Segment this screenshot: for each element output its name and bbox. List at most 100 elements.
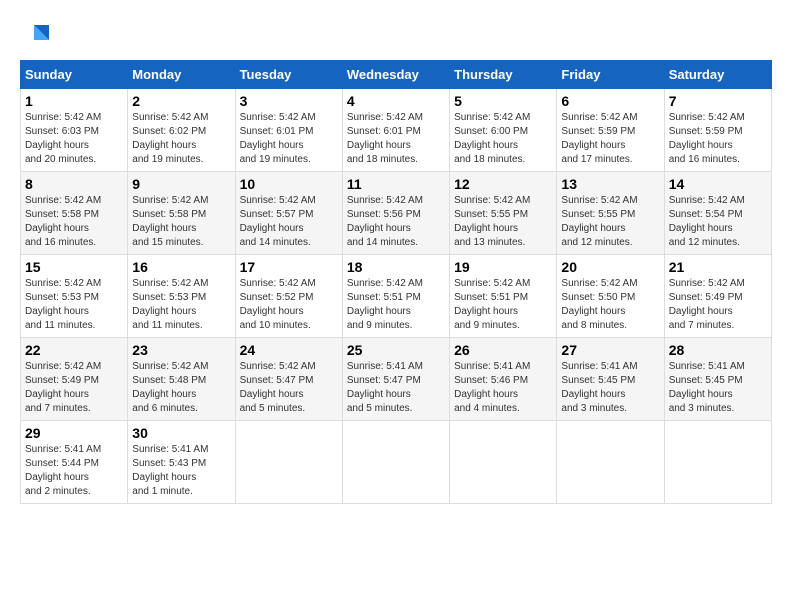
day-info: Sunrise: 5:42 AM Sunset: 6:01 PM Dayligh… <box>240 111 338 167</box>
calendar-week-row: 8 Sunrise: 5:42 AM Sunset: 5:58 PM Dayli… <box>21 172 772 255</box>
day-number: 28 <box>669 342 767 358</box>
day-number: 19 <box>454 259 552 275</box>
day-info: Sunrise: 5:42 AM Sunset: 5:52 PM Dayligh… <box>240 277 338 333</box>
calendar-cell <box>235 421 342 504</box>
calendar-cell: 19 Sunrise: 5:42 AM Sunset: 5:51 PM Dayl… <box>450 255 557 338</box>
day-number: 18 <box>347 259 445 275</box>
col-wednesday: Wednesday <box>342 61 449 89</box>
calendar-cell: 29 Sunrise: 5:41 AM Sunset: 5:44 PM Dayl… <box>21 421 128 504</box>
day-number: 22 <box>25 342 123 358</box>
day-info: Sunrise: 5:42 AM Sunset: 5:59 PM Dayligh… <box>669 111 767 167</box>
day-info: Sunrise: 5:42 AM Sunset: 5:58 PM Dayligh… <box>132 194 230 250</box>
calendar-cell: 10 Sunrise: 5:42 AM Sunset: 5:57 PM Dayl… <box>235 172 342 255</box>
day-number: 7 <box>669 93 767 109</box>
day-number: 26 <box>454 342 552 358</box>
calendar-cell: 22 Sunrise: 5:42 AM Sunset: 5:49 PM Dayl… <box>21 338 128 421</box>
day-number: 27 <box>561 342 659 358</box>
day-info: Sunrise: 5:41 AM Sunset: 5:43 PM Dayligh… <box>132 443 230 499</box>
day-info: Sunrise: 5:42 AM Sunset: 5:49 PM Dayligh… <box>669 277 767 333</box>
day-info: Sunrise: 5:41 AM Sunset: 5:46 PM Dayligh… <box>454 360 552 416</box>
day-number: 16 <box>132 259 230 275</box>
day-info: Sunrise: 5:42 AM Sunset: 5:55 PM Dayligh… <box>454 194 552 250</box>
col-monday: Monday <box>128 61 235 89</box>
day-info: Sunrise: 5:42 AM Sunset: 5:55 PM Dayligh… <box>561 194 659 250</box>
day-number: 11 <box>347 176 445 192</box>
day-number: 2 <box>132 93 230 109</box>
day-number: 24 <box>240 342 338 358</box>
calendar-cell: 4 Sunrise: 5:42 AM Sunset: 6:01 PM Dayli… <box>342 89 449 172</box>
calendar-cell <box>557 421 664 504</box>
day-info: Sunrise: 5:42 AM Sunset: 6:01 PM Dayligh… <box>347 111 445 167</box>
calendar-week-row: 22 Sunrise: 5:42 AM Sunset: 5:49 PM Dayl… <box>21 338 772 421</box>
day-info: Sunrise: 5:41 AM Sunset: 5:47 PM Dayligh… <box>347 360 445 416</box>
calendar-cell <box>664 421 771 504</box>
col-thursday: Thursday <box>450 61 557 89</box>
header-row: Sunday Monday Tuesday Wednesday Thursday… <box>21 61 772 89</box>
calendar-cell: 8 Sunrise: 5:42 AM Sunset: 5:58 PM Dayli… <box>21 172 128 255</box>
day-number: 14 <box>669 176 767 192</box>
day-info: Sunrise: 5:42 AM Sunset: 6:00 PM Dayligh… <box>454 111 552 167</box>
calendar-week-row: 15 Sunrise: 5:42 AM Sunset: 5:53 PM Dayl… <box>21 255 772 338</box>
day-number: 9 <box>132 176 230 192</box>
day-info: Sunrise: 5:42 AM Sunset: 6:03 PM Dayligh… <box>25 111 123 167</box>
day-number: 5 <box>454 93 552 109</box>
day-number: 6 <box>561 93 659 109</box>
calendar-cell: 1 Sunrise: 5:42 AM Sunset: 6:03 PM Dayli… <box>21 89 128 172</box>
calendar-cell: 28 Sunrise: 5:41 AM Sunset: 5:45 PM Dayl… <box>664 338 771 421</box>
calendar-week-row: 1 Sunrise: 5:42 AM Sunset: 6:03 PM Dayli… <box>21 89 772 172</box>
day-number: 29 <box>25 425 123 441</box>
calendar-cell: 7 Sunrise: 5:42 AM Sunset: 5:59 PM Dayli… <box>664 89 771 172</box>
day-info: Sunrise: 5:41 AM Sunset: 5:44 PM Dayligh… <box>25 443 123 499</box>
day-number: 4 <box>347 93 445 109</box>
day-number: 30 <box>132 425 230 441</box>
calendar-week-row: 29 Sunrise: 5:41 AM Sunset: 5:44 PM Dayl… <box>21 421 772 504</box>
calendar-cell: 20 Sunrise: 5:42 AM Sunset: 5:50 PM Dayl… <box>557 255 664 338</box>
day-number: 12 <box>454 176 552 192</box>
day-info: Sunrise: 5:42 AM Sunset: 5:59 PM Dayligh… <box>561 111 659 167</box>
day-number: 8 <box>25 176 123 192</box>
calendar-table: Sunday Monday Tuesday Wednesday Thursday… <box>20 60 772 504</box>
calendar-cell: 17 Sunrise: 5:42 AM Sunset: 5:52 PM Dayl… <box>235 255 342 338</box>
calendar-cell: 9 Sunrise: 5:42 AM Sunset: 5:58 PM Dayli… <box>128 172 235 255</box>
day-number: 25 <box>347 342 445 358</box>
day-info: Sunrise: 5:42 AM Sunset: 5:54 PM Dayligh… <box>669 194 767 250</box>
calendar-cell: 6 Sunrise: 5:42 AM Sunset: 5:59 PM Dayli… <box>557 89 664 172</box>
calendar-cell: 3 Sunrise: 5:42 AM Sunset: 6:01 PM Dayli… <box>235 89 342 172</box>
day-info: Sunrise: 5:42 AM Sunset: 5:50 PM Dayligh… <box>561 277 659 333</box>
day-number: 23 <box>132 342 230 358</box>
day-info: Sunrise: 5:42 AM Sunset: 5:51 PM Dayligh… <box>347 277 445 333</box>
day-info: Sunrise: 5:42 AM Sunset: 6:02 PM Dayligh… <box>132 111 230 167</box>
calendar-cell: 30 Sunrise: 5:41 AM Sunset: 5:43 PM Dayl… <box>128 421 235 504</box>
col-friday: Friday <box>557 61 664 89</box>
page-header <box>20 20 772 50</box>
day-info: Sunrise: 5:42 AM Sunset: 5:47 PM Dayligh… <box>240 360 338 416</box>
calendar-cell: 24 Sunrise: 5:42 AM Sunset: 5:47 PM Dayl… <box>235 338 342 421</box>
day-number: 15 <box>25 259 123 275</box>
col-saturday: Saturday <box>664 61 771 89</box>
calendar-cell: 15 Sunrise: 5:42 AM Sunset: 5:53 PM Dayl… <box>21 255 128 338</box>
day-number: 13 <box>561 176 659 192</box>
calendar-cell: 26 Sunrise: 5:41 AM Sunset: 5:46 PM Dayl… <box>450 338 557 421</box>
day-number: 1 <box>25 93 123 109</box>
calendar-cell <box>342 421 449 504</box>
calendar-cell: 12 Sunrise: 5:42 AM Sunset: 5:55 PM Dayl… <box>450 172 557 255</box>
logo <box>20 20 54 50</box>
day-info: Sunrise: 5:42 AM Sunset: 5:48 PM Dayligh… <box>132 360 230 416</box>
day-number: 10 <box>240 176 338 192</box>
calendar-cell: 18 Sunrise: 5:42 AM Sunset: 5:51 PM Dayl… <box>342 255 449 338</box>
calendar-cell: 21 Sunrise: 5:42 AM Sunset: 5:49 PM Dayl… <box>664 255 771 338</box>
day-info: Sunrise: 5:42 AM Sunset: 5:53 PM Dayligh… <box>25 277 123 333</box>
day-number: 17 <box>240 259 338 275</box>
day-info: Sunrise: 5:42 AM Sunset: 5:57 PM Dayligh… <box>240 194 338 250</box>
col-sunday: Sunday <box>21 61 128 89</box>
day-info: Sunrise: 5:41 AM Sunset: 5:45 PM Dayligh… <box>561 360 659 416</box>
calendar-cell: 14 Sunrise: 5:42 AM Sunset: 5:54 PM Dayl… <box>664 172 771 255</box>
day-info: Sunrise: 5:41 AM Sunset: 5:45 PM Dayligh… <box>669 360 767 416</box>
day-info: Sunrise: 5:42 AM Sunset: 5:51 PM Dayligh… <box>454 277 552 333</box>
calendar-cell: 5 Sunrise: 5:42 AM Sunset: 6:00 PM Dayli… <box>450 89 557 172</box>
day-number: 21 <box>669 259 767 275</box>
day-info: Sunrise: 5:42 AM Sunset: 5:56 PM Dayligh… <box>347 194 445 250</box>
day-number: 20 <box>561 259 659 275</box>
calendar-cell: 27 Sunrise: 5:41 AM Sunset: 5:45 PM Dayl… <box>557 338 664 421</box>
calendar-cell: 23 Sunrise: 5:42 AM Sunset: 5:48 PM Dayl… <box>128 338 235 421</box>
